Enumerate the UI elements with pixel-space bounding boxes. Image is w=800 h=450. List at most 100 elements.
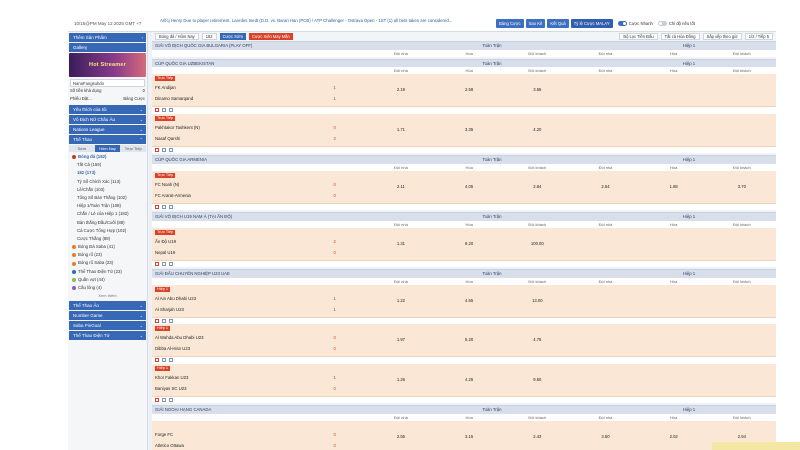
- odds-cell[interactable]: 1.26: [367, 364, 435, 396]
- odds-cell[interactable]: 5.20: [435, 324, 503, 356]
- see-more-link[interactable]: Xem thêm: [68, 292, 147, 300]
- market-filter-item[interactable]: Cá Cược Tổng Hợp (102): [68, 227, 147, 235]
- tv-icon[interactable]: [169, 358, 173, 363]
- live-icon[interactable]: [162, 397, 166, 402]
- odds-cell[interactable]: 1.97: [367, 324, 435, 356]
- bet-slip-tab[interactable]: Phiếu Đặt...: [70, 95, 92, 103]
- stats-icon[interactable]: [155, 318, 159, 323]
- sidebar-section[interactable]: Number Game ⌄: [69, 311, 146, 321]
- tv-icon[interactable]: [169, 397, 173, 402]
- nations-league-section[interactable]: Nations League ⌄: [69, 125, 146, 134]
- odds-cell[interactable]: 4.75: [503, 324, 571, 356]
- odds-cell[interactable]: 2.64: [571, 171, 639, 203]
- stats-icon[interactable]: [155, 397, 159, 402]
- market-filter-item[interactable]: Lẻ/Chẵn (103): [68, 186, 147, 194]
- tv-icon[interactable]: [169, 318, 173, 323]
- odds-cell[interactable]: [571, 285, 639, 317]
- toggle-switch-icon[interactable]: [657, 21, 667, 26]
- live-icon[interactable]: [162, 147, 166, 152]
- odds-cell[interactable]: 1.31: [367, 228, 435, 260]
- odds-cell[interactable]: 2.58: [435, 74, 503, 106]
- odds-cell[interactable]: [571, 364, 639, 396]
- league-header[interactable]: CÚP QUỐC GIA ARMENIA Toàn Trận Hiệp 1: [152, 155, 776, 164]
- odds-cell[interactable]: [640, 74, 708, 106]
- odds-cell[interactable]: 2.43: [503, 421, 571, 450]
- tv-icon[interactable]: [169, 108, 173, 113]
- live-icon[interactable]: [162, 261, 166, 266]
- odds-cell[interactable]: 2.84: [503, 171, 571, 203]
- odds-cell[interactable]: 3.15: [435, 421, 503, 450]
- league-header[interactable]: CÚP QUỐC GIA UZBEKISTAN Toàn Trận Hiệp 1: [152, 58, 776, 67]
- sidebar-section[interactable]: Thể Thao Điện Tử ⌄: [69, 331, 146, 341]
- stats-icon[interactable]: [155, 204, 159, 209]
- stats-icon[interactable]: [155, 108, 159, 113]
- league-header[interactable]: GIẢI VÔ ĐỊCH U19 NAM Á (TẠI ẤN ĐỘ) Toàn T…: [152, 212, 776, 221]
- odds-cell[interactable]: 3.70: [708, 171, 776, 203]
- league-header[interactable]: GIẢI VÔ ĐỊCH QUỐC GIA BULGARIA (PLAY OFF…: [152, 41, 776, 50]
- odds-cell[interactable]: 2.55: [367, 421, 435, 450]
- odds-cell[interactable]: 4.25: [435, 364, 503, 396]
- sport-select[interactable]: Bóng đá / Hôm Nay: [155, 33, 199, 40]
- league-header[interactable]: GIẢI NGOẠI HẠNG CANADA Toàn Trận Hiệp 1: [152, 405, 776, 414]
- sport-list-item[interactable]: Quần vợt (44): [68, 276, 147, 284]
- sports-section[interactable]: Thể Thao ⌃: [69, 135, 146, 144]
- lucky-parlay-button[interactable]: Cược Xiên May Mắn: [248, 33, 293, 40]
- market-filter-item[interactable]: Hiệp 1/Toàn Trận (108): [68, 202, 147, 210]
- market-filter-item[interactable]: Bàn thắng Đầu/Cuối (88): [68, 219, 147, 227]
- odds-cell[interactable]: 1.88: [640, 171, 708, 203]
- stats-icon[interactable]: [155, 261, 159, 266]
- favorites-section[interactable]: Yêu thích của tôi ⌄: [69, 105, 146, 114]
- odds-cell[interactable]: 3.35: [435, 114, 503, 146]
- odds-cell[interactable]: [708, 74, 776, 106]
- bet-list-tab[interactable]: Bảng Cược: [123, 95, 145, 103]
- tv-icon[interactable]: [169, 261, 173, 266]
- sidebar-section[interactable]: Saba PinGoal ⌄: [69, 321, 146, 331]
- stats-icon[interactable]: [155, 147, 159, 152]
- odds-cell[interactable]: 2.19: [367, 74, 435, 106]
- odds-cell[interactable]: [640, 285, 708, 317]
- odds-cell[interactable]: 3.65: [503, 74, 571, 106]
- news-ticker[interactable]: Arifcj Henry Due to player retirement, L…: [160, 18, 526, 30]
- odds-cell[interactable]: 2.02: [640, 421, 708, 450]
- odds-cell[interactable]: 4.20: [503, 114, 571, 146]
- odds-cell[interactable]: [708, 285, 776, 317]
- odds-type-select[interactable]: Tỷ lệ Cược MALAY: [570, 19, 613, 28]
- sport-list-item[interactable]: Thể Thao Điện Tử (23): [68, 268, 147, 276]
- odds-cell[interactable]: 9.60: [503, 364, 571, 396]
- statement-button[interactable]: Sao Kê: [525, 19, 546, 28]
- live-icon[interactable]: [162, 108, 166, 113]
- toggle-switch-icon[interactable]: [617, 21, 627, 26]
- league-header[interactable]: GIẢI ĐẤU CHUYÊN NGHIỆP U23 UAE Toàn Trận H…: [152, 269, 776, 278]
- odds-cell[interactable]: [571, 228, 639, 260]
- early-bet-button[interactable]: Cược Sớm: [219, 33, 246, 40]
- league-filter-select[interactable]: Bộ Lọc Tiền Đấu: [619, 33, 658, 40]
- odds-cell[interactable]: [571, 324, 639, 356]
- market-filter-item[interactable]: 182 (173): [68, 169, 147, 177]
- tv-icon[interactable]: [169, 147, 173, 152]
- quick-bet-toggle[interactable]: Cược Nhanh: [617, 19, 653, 28]
- market-filter-item[interactable]: Chẵn / Lẻ của Hiệp 1 (182): [68, 210, 147, 218]
- odds-cell[interactable]: 100.00: [503, 228, 571, 260]
- live-icon[interactable]: [162, 204, 166, 209]
- market-filter-item[interactable]: Tất Cả (159): [68, 161, 147, 169]
- market-filter-item[interactable]: Cược Thắng (88): [68, 235, 147, 243]
- odds-cell[interactable]: [640, 228, 708, 260]
- better-odds-toggle[interactable]: Chỉ độ nếu tốt: [657, 19, 695, 28]
- odds-cell[interactable]: 1.71: [367, 114, 435, 146]
- odds-cell[interactable]: [640, 114, 708, 146]
- pagination[interactable]: 1/2 / Tiếp 5: [744, 33, 773, 40]
- count-select[interactable]: 182: [201, 33, 217, 40]
- gallery-button[interactable]: Gallery: [69, 43, 146, 52]
- sport-football[interactable]: Bóng đá (182): [68, 153, 147, 161]
- sidebar-section[interactable]: Thể Thao Ảo ⌄: [69, 301, 146, 311]
- odds-cell[interactable]: [708, 364, 776, 396]
- tab-live[interactable]: Trực Tiếp: [120, 145, 146, 152]
- sport-list-item[interactable]: Cầu lông (4): [68, 284, 147, 292]
- odds-cell[interactable]: 13.00: [503, 285, 571, 317]
- odds-cell[interactable]: 1.22: [367, 285, 435, 317]
- odds-cell[interactable]: [708, 114, 776, 146]
- odds-cell[interactable]: [640, 324, 708, 356]
- odds-cell[interactable]: 4.05: [435, 171, 503, 203]
- odds-cell[interactable]: 8.20: [435, 228, 503, 260]
- promo-banner[interactable]: Hot Streamer: [69, 53, 146, 77]
